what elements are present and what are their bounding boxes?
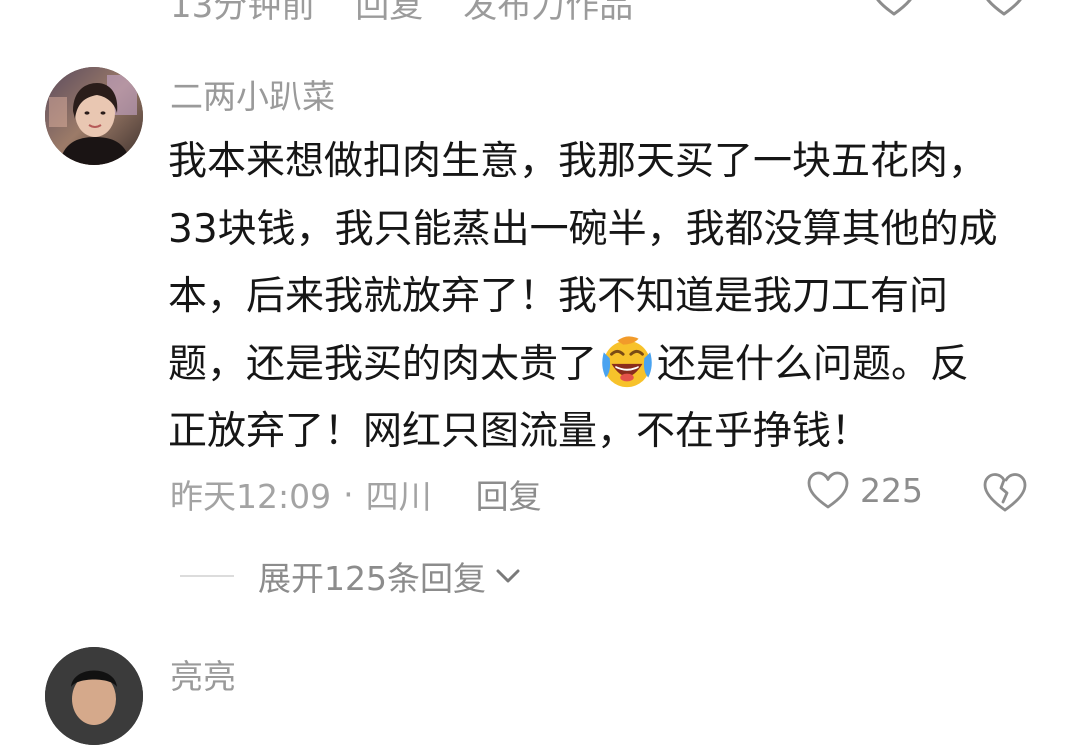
- comment-line: 本，后来我就放弃了！我不知道是我刀工有问: [168, 274, 949, 319]
- previous-broken-heart-icon[interactable]: [980, 0, 1028, 16]
- like-button[interactable]: 225: [806, 470, 923, 510]
- comment-text: 我本来想做扣肉生意，我那天买了一块五花肉， 33块钱，我只能蒸出一碗半，我都没算…: [168, 128, 1048, 466]
- meta-separator: ·: [343, 474, 354, 514]
- heart-outline-icon[interactable]: [806, 470, 850, 510]
- comment-text-segment: 题，还是我买的肉太贵了: [168, 341, 598, 387]
- location: 四川: [365, 477, 432, 516]
- expand-replies-button[interactable]: 展开125条回复: [180, 552, 522, 600]
- comment-text-segment: 还是什么问题。反: [657, 341, 970, 387]
- like-count: 225: [860, 470, 923, 510]
- laughing-crying-emoji-icon: [602, 335, 652, 387]
- comment-line: 正放弃了！网红只图流量，不在乎挣钱！: [168, 409, 871, 454]
- previous-comment-meta: 13分钟前 回复 发布力作品: [170, 0, 633, 27]
- comment-meta: 昨天12:09 · 四川 回复: [170, 470, 542, 518]
- expand-label[interactable]: 展开125条回复: [258, 552, 486, 600]
- avatar[interactable]: [45, 67, 143, 165]
- comment-line: 我本来想做扣肉生意，我那天买了一块五花肉，: [168, 139, 988, 184]
- broken-heart-icon[interactable]: [982, 471, 1028, 513]
- next-avatar[interactable]: [45, 647, 143, 745]
- chevron-down-icon[interactable]: [494, 566, 522, 586]
- comment-line-with-emoji: 题，还是我买的肉太贵了 还是什么问题。反: [168, 331, 1048, 399]
- previous-comment-reply-button[interactable]: 回复: [355, 0, 423, 27]
- expand-divider: [180, 575, 234, 577]
- comment-line: 33块钱，我只能蒸出一碗半，我都没算其他的成: [168, 206, 998, 252]
- reply-button[interactable]: 回复: [476, 470, 542, 518]
- previous-comment-time: 13分钟前: [170, 0, 316, 26]
- next-username[interactable]: 亮亮: [170, 650, 236, 698]
- previous-heart-outline-icon[interactable]: [870, 0, 918, 16]
- timestamp: 昨天12:09: [170, 477, 332, 516]
- username[interactable]: 二两小趴菜: [170, 70, 335, 118]
- previous-comment-share-link[interactable]: 发布力作品: [463, 0, 633, 27]
